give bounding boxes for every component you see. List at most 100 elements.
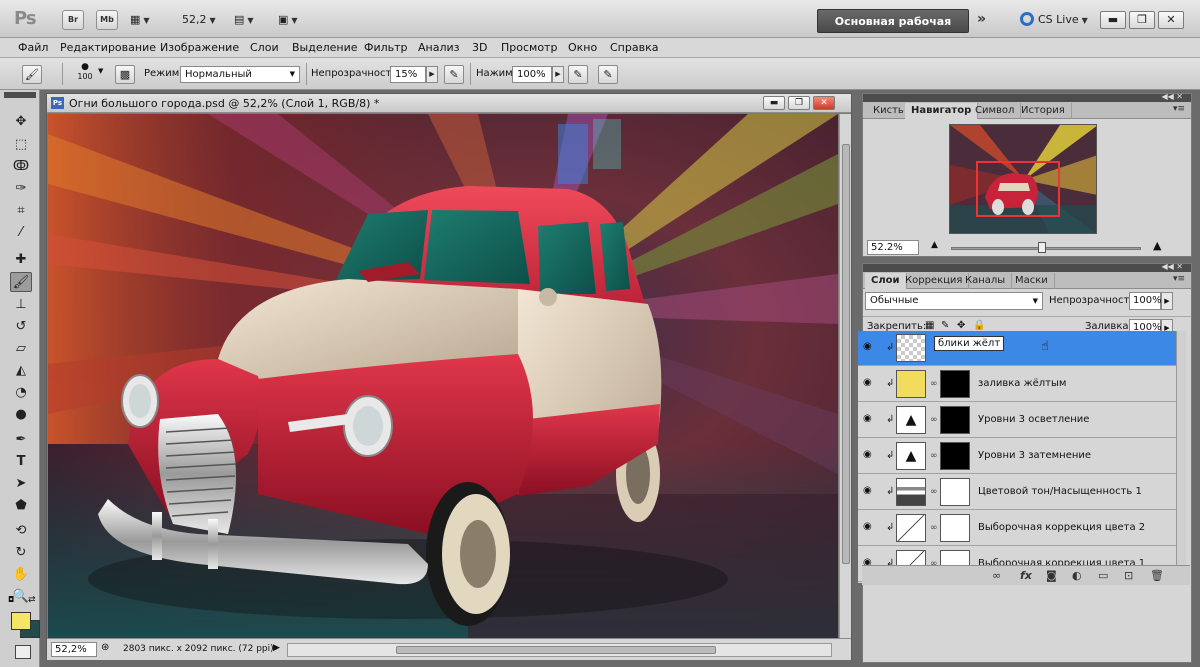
flow-slider-toggle[interactable]: ▶	[552, 66, 564, 83]
layer-opacity-slider-toggle[interactable]: ▶	[1161, 292, 1173, 310]
layer-style-icon[interactable]: fx	[1020, 569, 1032, 582]
zoom-in-icon[interactable]: ▲	[1153, 239, 1161, 252]
clone-stamp-tool-icon[interactable]: ⊥	[10, 295, 32, 315]
crop-tool-icon[interactable]: ⌗	[10, 201, 32, 221]
pressure-size-toggle[interactable]: ✎	[598, 65, 618, 84]
history-brush-tool-icon[interactable]: ↺	[10, 317, 32, 337]
menu-layers[interactable]: Слои	[250, 41, 279, 54]
lock-transparency-icon[interactable]: ▦	[925, 320, 934, 331]
3d-orbit-tool-icon[interactable]: ↻	[10, 543, 32, 563]
menu-window[interactable]: Окно	[568, 41, 597, 54]
bridge-button[interactable]: Br	[62, 10, 84, 30]
menu-help[interactable]: Справка	[610, 41, 658, 54]
zoom-level-dropdown[interactable]: 52,2 ▼	[182, 10, 216, 30]
layer-row[interactable]: ◉ ↲ ∞ Выборочная коррекция цвета 2	[858, 511, 1176, 546]
layer-blend-mode-select[interactable]: Обычные ▼	[865, 292, 1043, 310]
visibility-eye-icon[interactable]: ◉	[863, 342, 877, 352]
new-group-icon[interactable]: ▭	[1098, 569, 1108, 582]
layer-opacity-input[interactable]: 100%	[1129, 292, 1162, 310]
eraser-tool-icon[interactable]: ▱	[10, 339, 32, 359]
collapse-icon[interactable]: ◀◀ ✕	[1161, 92, 1183, 101]
doc-minimize-button[interactable]: ▬	[763, 96, 785, 110]
lock-image-icon[interactable]: ✎	[941, 320, 949, 331]
panel-header[interactable]: ◀◀ ✕	[863, 262, 1191, 272]
visibility-eye-icon[interactable]: ◉	[863, 414, 877, 424]
visibility-eye-icon[interactable]: ◉	[863, 522, 877, 532]
visibility-eye-icon[interactable]: ◉	[863, 486, 877, 496]
layer-row[interactable]: ◉ ↲ ▲ ∞ Уровни 3 затемнение	[858, 439, 1176, 474]
visibility-eye-icon[interactable]: ◉	[863, 378, 877, 388]
quick-mask-icon[interactable]	[15, 645, 31, 659]
more-workspaces-button[interactable]: »	[977, 11, 986, 27]
layer-name-input[interactable]: блики жёлт	[934, 336, 1005, 351]
airbrush-toggle[interactable]: ✎	[568, 65, 588, 84]
link-layers-icon[interactable]: ∞	[992, 569, 1001, 582]
menu-filter[interactable]: Фильтр	[364, 41, 408, 54]
3d-rotate-tool-icon[interactable]: ⟲	[10, 521, 32, 541]
paint-bucket-tool-icon[interactable]: ◭	[10, 361, 32, 381]
scrollbar-thumb[interactable]	[396, 646, 716, 654]
navigator-preview[interactable]	[949, 124, 1097, 234]
tab-character[interactable]: Символ	[969, 103, 1022, 119]
menu-3d[interactable]: 3D	[472, 41, 487, 54]
tab-history[interactable]: История	[1015, 103, 1072, 119]
marquee-tool-icon[interactable]: ⬚	[10, 135, 32, 155]
brush-preset-picker[interactable]: ● 100	[74, 62, 96, 81]
eyedropper-tool-icon[interactable]: ⁄	[10, 223, 32, 243]
zoom-field[interactable]: 52,2%	[51, 642, 97, 657]
move-tool-icon[interactable]: ✥	[10, 112, 32, 132]
close-button[interactable]: ✕	[1158, 11, 1184, 29]
tools-panel-header[interactable]	[4, 92, 36, 98]
visibility-eye-icon[interactable]: ◉	[863, 450, 877, 460]
tool-preset-picker[interactable]: 🖌	[22, 65, 42, 84]
type-tool-icon[interactable]: T	[10, 452, 32, 472]
canvas-horizontal-scrollbar[interactable]	[287, 643, 832, 657]
navigator-view-box[interactable]	[976, 161, 1060, 217]
default-colors-icon[interactable]: ◘	[8, 595, 14, 604]
healing-brush-tool-icon[interactable]: ✚	[10, 250, 32, 270]
brush-tool-icon[interactable]: 🖌	[10, 272, 32, 292]
menu-view[interactable]: Просмотр	[501, 41, 557, 54]
pen-tool-icon[interactable]: ✒	[10, 430, 32, 450]
panel-menu-icon[interactable]: ▾≡	[1173, 274, 1185, 284]
tab-masks[interactable]: Маски	[1009, 273, 1055, 289]
new-layer-icon[interactable]: ⊡	[1124, 569, 1133, 582]
path-selection-tool-icon[interactable]: ➤	[10, 474, 32, 494]
collapse-icon[interactable]: ◀◀ ✕	[1161, 262, 1183, 271]
restore-button[interactable]: ❐	[1129, 11, 1155, 29]
layer-row[interactable]: ◉ ↲ блики жёлт ☝	[858, 331, 1176, 366]
brush-panel-toggle[interactable]: ▩	[115, 65, 135, 84]
flow-input[interactable]: 100%	[512, 66, 552, 83]
cs-live-button[interactable]: CS Live ▼	[1020, 12, 1088, 26]
opacity-slider-toggle[interactable]: ▶	[426, 66, 438, 83]
doc-restore-button[interactable]: ❐	[788, 96, 810, 110]
swap-colors-icon[interactable]: ⇄	[28, 595, 36, 605]
lasso-tool-icon[interactable]: ↂ	[10, 157, 32, 177]
image-canvas[interactable]	[48, 114, 838, 638]
navigator-zoom-slider[interactable]	[951, 242, 1141, 253]
scrollbar-thumb[interactable]	[842, 144, 850, 564]
lock-all-icon[interactable]: 🔒	[973, 320, 985, 331]
hand-tool-icon[interactable]: ✋	[10, 565, 32, 585]
tab-channels[interactable]: Каналы	[959, 273, 1013, 289]
add-mask-icon[interactable]: ◙	[1046, 569, 1057, 582]
layers-scrollbar[interactable]	[1176, 331, 1186, 583]
layer-row[interactable]: ◉ ↲ ▲ ∞ Уровни 3 осветление	[858, 403, 1176, 438]
shape-tool-icon[interactable]: ⬟	[10, 496, 32, 516]
document-tab[interactable]: Ps Огни большого города.psd @ 52,2% (Сло…	[47, 94, 851, 113]
panel-menu-icon[interactable]: ▾≡	[1173, 104, 1185, 114]
tab-navigator[interactable]: Навигатор	[905, 103, 979, 119]
lock-position-icon[interactable]: ✥	[957, 320, 965, 331]
opacity-input[interactable]: 15%	[390, 66, 426, 83]
quick-selection-tool-icon[interactable]: ✑	[10, 179, 32, 199]
pressure-opacity-toggle[interactable]: ✎	[444, 65, 464, 84]
workspace-button[interactable]: Основная рабочая среда	[817, 9, 969, 52]
navigator-zoom-field[interactable]: 52.2%	[867, 240, 919, 255]
canvas-vertical-scrollbar[interactable]	[839, 114, 851, 638]
menu-file[interactable]: Файл	[18, 41, 48, 54]
dodge-tool-icon[interactable]: ●	[10, 405, 32, 425]
layer-row[interactable]: ◉ ↲ ∞ Цветовой тон/Насыщенность 1	[858, 475, 1176, 510]
document-info-icon[interactable]: ⊛	[101, 642, 109, 653]
status-menu-arrow-icon[interactable]: ▶	[273, 643, 280, 653]
menu-image[interactable]: Изображение	[160, 41, 239, 54]
